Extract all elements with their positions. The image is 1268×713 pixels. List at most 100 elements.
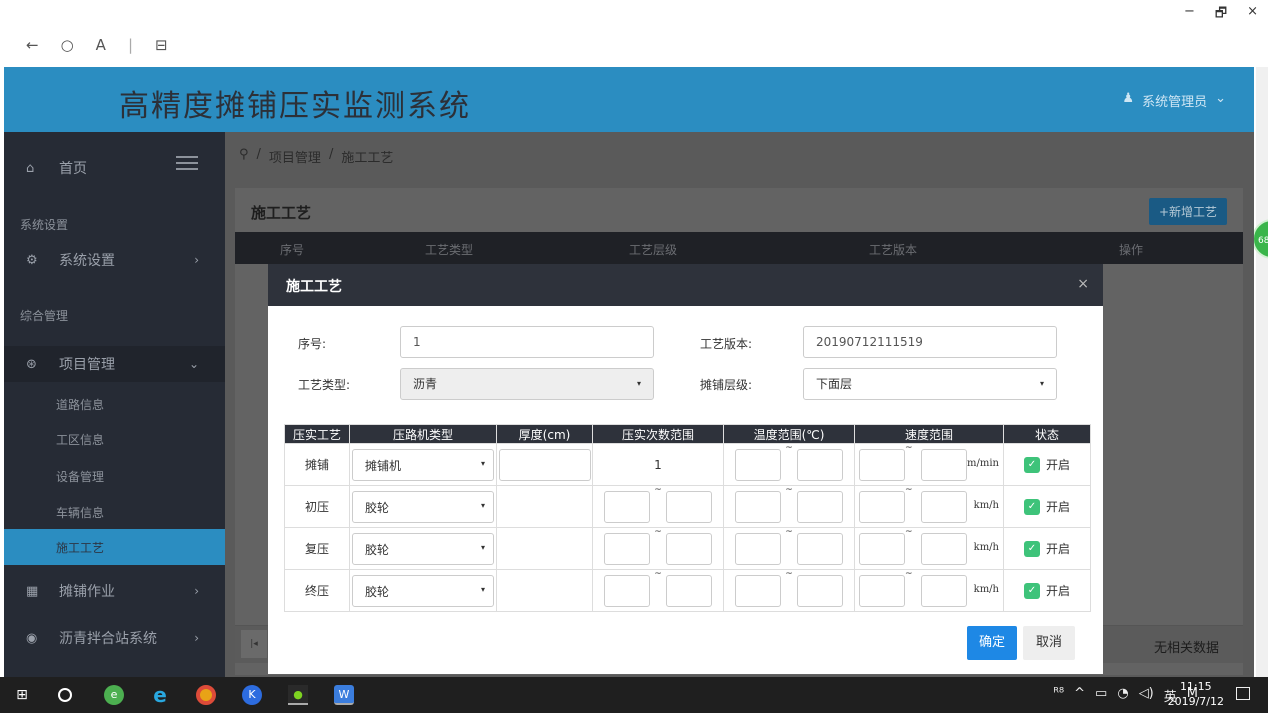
confirm-button[interactable]: 确定 — [967, 626, 1017, 660]
count-max-input[interactable] — [666, 574, 712, 607]
floating-badge[interactable]: 68 — [1252, 219, 1268, 259]
status-cell: ✓ 开启 — [1003, 443, 1091, 486]
app-w-icon[interactable]: W — [334, 685, 354, 705]
tabs-icon[interactable]: ⊟ — [155, 36, 168, 54]
process-name: 摊铺 — [284, 443, 350, 486]
volume-icon[interactable]: ◁) — [1139, 686, 1154, 705]
speed-min-input[interactable] — [859, 532, 905, 565]
first-page-button[interactable]: |◂ — [241, 630, 267, 658]
seq-input[interactable]: 1 — [400, 326, 654, 358]
windows-icon[interactable]: ⊞ — [12, 685, 32, 705]
machine-select-value: 胶轮 — [365, 542, 390, 557]
type-select-value: 沥青 — [413, 377, 438, 391]
sidebar-subitem-device[interactable]: 设备管理 — [56, 468, 104, 485]
temp-max-input[interactable] — [797, 490, 843, 523]
network-icon[interactable]: ◔ — [1117, 686, 1128, 705]
people-icon[interactable]: ᴿ⁸ — [1053, 686, 1064, 705]
battery-icon[interactable]: ▭ — [1095, 686, 1107, 705]
speed-min-input[interactable] — [859, 490, 905, 523]
breadcrumb-sep: / — [328, 147, 334, 162]
machine-select[interactable]: 胶轮 ▾ — [352, 532, 494, 565]
machine-select[interactable]: 摊铺机 ▾ — [352, 448, 494, 481]
page-scrollbar[interactable] — [1256, 67, 1268, 677]
sidebar-subitem-road[interactable]: 道路信息 — [56, 396, 104, 413]
temp-min-input[interactable] — [735, 574, 781, 607]
chevron-right-icon: › — [194, 631, 199, 645]
sidebar-subitem-workarea[interactable]: 工区信息 — [56, 431, 104, 448]
tray-overflow-icon[interactable]: ^ — [1074, 686, 1085, 705]
thickness-input[interactable] — [498, 448, 591, 481]
wechat-icon[interactable]: ● — [288, 685, 308, 705]
speed-max-input[interactable] — [921, 490, 967, 523]
temp-max-input[interactable] — [797, 448, 843, 481]
sidebar-item-label: 首页 — [59, 161, 87, 177]
back-icon[interactable]: ← — [26, 36, 39, 54]
chrome-icon[interactable] — [196, 685, 216, 705]
chevron-down-icon: ▾ — [636, 379, 641, 388]
status-checkbox[interactable]: ✓ — [1023, 457, 1040, 474]
clock[interactable]: 11:15 2019/7/12 — [1168, 679, 1224, 709]
temp-range-cell: ~ — [723, 443, 855, 486]
process-dialog: 施工工艺 × 序号: 1 工艺版本: 20190712111519 工艺类型: … — [268, 264, 1103, 674]
speed-max-input[interactable] — [921, 532, 967, 565]
status-label: 开启 — [1045, 457, 1070, 472]
close-window-button[interactable]: × — [1247, 4, 1258, 26]
speed-range-cell: ~ km/h — [854, 569, 1004, 612]
range-sep: ~ — [905, 442, 913, 453]
cancel-button[interactable]: 取消 — [1023, 626, 1075, 660]
layer-select[interactable]: 下面层 ▾ — [803, 368, 1057, 400]
count-max-input[interactable] — [666, 490, 712, 523]
sidebar-section-general: 综合管理 — [20, 309, 69, 323]
menu-toggle-icon[interactable] — [176, 156, 198, 170]
sidebar-item-project[interactable]: ⊛ 项目管理 ⌄ — [4, 346, 225, 382]
close-icon[interactable]: × — [1077, 276, 1089, 292]
count-min-input[interactable] — [604, 574, 650, 607]
reader-icon[interactable]: A — [96, 36, 106, 54]
version-label: 工艺版本: — [700, 337, 753, 351]
machine-select[interactable]: 胶轮 ▾ — [352, 490, 494, 523]
app-header: 高精度摊铺压实监测系统 ♟ 系统管理员 ⌄ — [4, 67, 1254, 132]
speed-max-input[interactable] — [921, 574, 967, 607]
version-input[interactable]: 20190712111519 — [803, 326, 1057, 358]
temp-min-input[interactable] — [735, 490, 781, 523]
sidebar-subitem-vehicle[interactable]: 车辆信息 — [56, 504, 104, 521]
speed-unit: km/h — [973, 542, 999, 553]
temp-max-input[interactable] — [797, 574, 843, 607]
machine-select[interactable]: 胶轮 ▾ — [352, 574, 494, 607]
temp-min-input[interactable] — [735, 532, 781, 565]
status-checkbox[interactable]: ✓ — [1023, 583, 1040, 600]
browser-360-icon[interactable]: e — [104, 685, 124, 705]
process-name: 复压 — [284, 527, 350, 570]
machine-cell: 胶轮 ▾ — [349, 569, 497, 612]
speed-min-input[interactable] — [859, 448, 905, 481]
minimize-button[interactable]: − — [1184, 4, 1195, 26]
status-label: 开启 — [1045, 583, 1070, 598]
status-checkbox[interactable]: ✓ — [1023, 499, 1040, 516]
sidebar-item-label: 摊铺作业 — [59, 584, 115, 600]
column-header: 工艺版本 — [869, 243, 918, 257]
speed-min-input[interactable] — [859, 574, 905, 607]
type-select[interactable]: 沥青 ▾ — [400, 368, 654, 400]
location-pin-icon: ⚲ — [239, 147, 249, 162]
breadcrumb-parent[interactable]: 项目管理 — [269, 147, 321, 166]
count-max-input[interactable] — [666, 532, 712, 565]
range-sep: ~ — [785, 484, 793, 495]
kugou-icon[interactable]: K — [242, 685, 262, 705]
count-min-input[interactable] — [604, 490, 650, 523]
sidebar-subitem-process[interactable]: 施工工艺 — [4, 529, 225, 565]
grid-header: 厚度(cm) — [496, 424, 593, 444]
status-checkbox[interactable]: ✓ — [1023, 541, 1040, 558]
temp-min-input[interactable] — [735, 448, 781, 481]
notification-icon[interactable] — [1236, 687, 1250, 700]
user-menu[interactable]: ♟ 系统管理员 ⌄ — [1122, 91, 1226, 110]
speed-max-input[interactable] — [921, 448, 967, 481]
search-icon[interactable] — [58, 688, 72, 702]
refresh-icon[interactable]: ○ — [61, 36, 74, 54]
sidebar-item-label: 沥青拌合站系统 — [59, 631, 157, 647]
count-min-input[interactable] — [604, 532, 650, 565]
table-row: 终压 胶轮 ▾ ~ ~ ~ km/h ✓ 开启 — [284, 569, 1091, 612]
restore-button[interactable]: 🗗 — [1215, 4, 1227, 26]
add-process-button[interactable]: +新增工艺 — [1148, 198, 1227, 225]
ie-icon[interactable]: e — [150, 685, 170, 705]
temp-max-input[interactable] — [797, 532, 843, 565]
